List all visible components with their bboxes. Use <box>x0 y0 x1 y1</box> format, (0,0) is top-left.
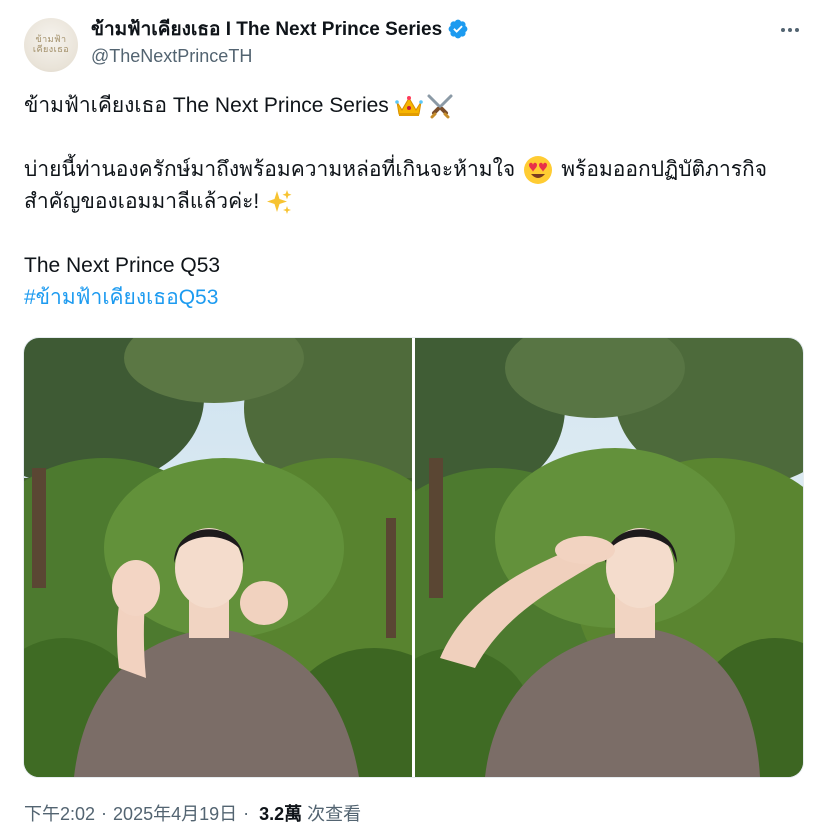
avatar-logo-text: ข้ามฟ้า เคียงเธอ <box>32 35 70 55</box>
heart-eyes-emoji-icon <box>524 156 553 184</box>
photo-left[interactable] <box>24 338 412 777</box>
photo-right[interactable] <box>415 338 803 777</box>
tweet-date[interactable]: 2025年4月19日 <box>113 800 237 826</box>
hashtag-link[interactable]: #ข้ามฟ้าเคียงเธอQ53 <box>24 282 218 314</box>
tweet-line-3: บ่ายนี้ท่านองครักษ์มาถึงพร้อมความหล่อที่… <box>24 154 804 186</box>
crown-emoji-icon <box>394 96 423 116</box>
tweet-line-6: The Next Prince Q53 <box>24 250 804 282</box>
crossed-swords-emoji-icon <box>427 94 453 119</box>
dot-icon <box>788 28 792 32</box>
more-options-button[interactable] <box>776 20 804 40</box>
dot-icon <box>781 28 785 32</box>
photo-left-image <box>24 338 412 777</box>
tweet-line-text: พร้อมออกปฏิบัติภารกิจ <box>561 158 768 181</box>
tweet-line-text: สำคัญของเอมมาลีแล้วค่ะ! <box>24 190 260 213</box>
tweet-header: ข้ามฟ้า เคียงเธอ ข้ามฟ้าเคียงเธอ I The N… <box>24 14 804 74</box>
views-count[interactable]: 3.2萬 <box>259 800 302 826</box>
tweet-line-text: ข้ามฟ้าเคียงเธอ The Next Prince Series <box>24 94 389 117</box>
sparkles-emoji-icon <box>267 190 292 214</box>
meta-separator: · <box>243 802 250 823</box>
tweet-text: ข้ามฟ้าเคียงเธอ The Next Prince Series บ… <box>24 90 804 314</box>
verified-badge-icon[interactable] <box>447 18 469 40</box>
name-row: ข้ามฟ้าเคียงเธอ I The Next Prince Series <box>91 16 469 42</box>
display-name[interactable]: ข้ามฟ้าเคียงเธอ I The Next Prince Series <box>91 14 442 44</box>
tweet-line-text: บ่ายนี้ท่านองครักษ์มาถึงพร้อมความหล่อที่… <box>24 158 516 181</box>
media-grid <box>23 337 804 778</box>
tweet-line-7: #ข้ามฟ้าเคียงเธอQ53 <box>24 282 804 314</box>
views-label: 次查看 <box>307 804 362 824</box>
tweet-line-1: ข้ามฟ้าเคียงเธอ The Next Prince Series <box>24 90 804 122</box>
dot-icon <box>795 28 799 32</box>
meta-separator: · <box>101 802 108 823</box>
avatar[interactable]: ข้ามฟ้า เคียงเธอ <box>24 18 78 72</box>
photo-right-image <box>415 338 803 777</box>
user-handle[interactable]: @TheNextPrinceTH <box>91 46 252 67</box>
tweet-line-text: The Next Prince Q53 <box>24 254 221 277</box>
tweet-meta: 下午2:02 · 2025年4月19日 · 3.2萬 次查看 <box>24 800 361 826</box>
tweet-time[interactable]: 下午2:02 <box>24 800 95 826</box>
tweet-line-4: สำคัญของเอมมาลีแล้วค่ะ! <box>24 186 804 218</box>
